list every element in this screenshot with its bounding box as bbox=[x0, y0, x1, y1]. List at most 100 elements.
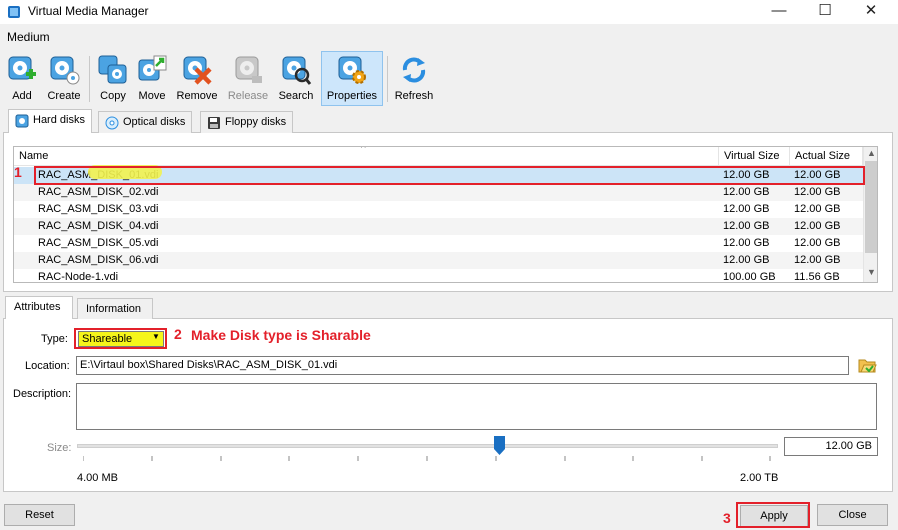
tab-attributes[interactable]: Attributes bbox=[5, 296, 73, 319]
annotation-box-type bbox=[74, 328, 167, 349]
column-header-virtual-size[interactable]: Virtual Size bbox=[719, 147, 790, 166]
annotation-step-1: 1 bbox=[14, 164, 22, 180]
disk-name: RAC-Node-1.vdi bbox=[38, 271, 119, 283]
table-row[interactable]: RAC_ASM_DISK_02.vdi 12.00 GB 12.00 GB bbox=[14, 184, 863, 201]
maximize-button[interactable]: ☐ bbox=[802, 0, 848, 24]
virtualbox-app-icon bbox=[8, 6, 20, 18]
move-button[interactable]: Move bbox=[134, 52, 170, 106]
size-max-label: 2.00 TB bbox=[740, 472, 779, 484]
size-value: 12.00 GB bbox=[825, 440, 872, 452]
size-slider-track[interactable] bbox=[77, 444, 778, 448]
size-min-label: 4.00 MB bbox=[77, 472, 118, 484]
location-field[interactable]: E:\Virtaul box\Shared Disks\RAC_ASM_DISK… bbox=[76, 356, 849, 375]
size-field[interactable]: 12.00 GB bbox=[784, 437, 878, 456]
folder-open-icon[interactable] bbox=[857, 355, 877, 375]
floppy-disk-icon bbox=[208, 117, 220, 129]
refresh-button[interactable]: Refresh bbox=[392, 52, 436, 106]
menu-medium[interactable]: Medium bbox=[7, 30, 50, 44]
window-title: Virtual Media Manager bbox=[28, 4, 149, 18]
tab-information[interactable]: Information bbox=[77, 298, 153, 319]
table-row[interactable]: RAC_ASM_DISK_06.vdi 12.00 GB 12.00 GB bbox=[14, 252, 863, 269]
disk-name: RAC_ASM_DISK_02.vdi bbox=[38, 186, 159, 198]
table-row[interactable]: RAC-Node-1.vdi 100.00 GB 11.56 GB bbox=[14, 269, 863, 283]
annotation-step-2: 2 bbox=[174, 326, 182, 342]
create-label: Create bbox=[47, 90, 81, 102]
search-label: Search bbox=[278, 90, 314, 102]
move-disk-icon bbox=[138, 55, 167, 81]
location-value: E:\Virtaul box\Shared Disks\RAC_ASM_DISK… bbox=[80, 359, 338, 371]
size-slider-ticks bbox=[83, 456, 771, 461]
toolbar-separator bbox=[89, 56, 90, 102]
close-window-button[interactable]: ✕ bbox=[848, 0, 894, 24]
tab-floppy-disks-label: Floppy disks bbox=[225, 116, 287, 128]
tab-optical-disks-label: Optical disks bbox=[123, 116, 186, 128]
annotation-step-2-text: Make Disk type is Sharable bbox=[191, 327, 371, 343]
remove-button[interactable]: Remove bbox=[174, 52, 220, 106]
tab-hard-disks-label: Hard disks bbox=[33, 114, 85, 126]
sort-ascending-icon: ^ bbox=[361, 146, 366, 154]
properties-label: Properties bbox=[326, 90, 378, 102]
refresh-label: Refresh bbox=[394, 90, 434, 102]
tab-attributes-label: Attributes bbox=[14, 301, 61, 313]
disk-list-header: Name ^ Virtual Size Actual Size bbox=[14, 147, 863, 166]
add-button[interactable]: Add bbox=[4, 52, 40, 106]
actual-size: 12.00 GB bbox=[794, 186, 841, 198]
annotation-box-apply bbox=[736, 502, 810, 528]
disk-list-scrollbar[interactable]: ▲ ▼ bbox=[863, 147, 877, 282]
close-button[interactable]: Close bbox=[817, 504, 888, 526]
copy-label: Copy bbox=[100, 90, 126, 102]
description-label: Description: bbox=[13, 388, 72, 400]
remove-label: Remove bbox=[176, 90, 218, 102]
actual-size: 12.00 GB bbox=[794, 203, 841, 215]
description-field[interactable] bbox=[76, 383, 877, 430]
annotation-box-selected-disk bbox=[34, 166, 865, 185]
virtual-size: 12.00 GB bbox=[723, 237, 770, 249]
add-disk-icon bbox=[8, 56, 36, 80]
release-button[interactable]: Release bbox=[226, 52, 270, 106]
search-button[interactable]: Search bbox=[276, 52, 316, 106]
tab-information-label: Information bbox=[86, 303, 142, 315]
copy-button[interactable]: Copy bbox=[94, 52, 132, 106]
column-header-actual-size[interactable]: Actual Size bbox=[790, 147, 863, 166]
column-header-name[interactable]: Name bbox=[14, 147, 719, 166]
actual-size: 12.00 GB bbox=[794, 237, 841, 249]
virtual-size: 100.00 GB bbox=[723, 271, 776, 283]
actual-size: 12.00 GB bbox=[794, 254, 841, 266]
virtual-size: 12.00 GB bbox=[723, 254, 770, 266]
copy-disk-icon bbox=[98, 55, 127, 84]
table-row[interactable]: RAC_ASM_DISK_04.vdi 12.00 GB 12.00 GB bbox=[14, 218, 863, 235]
tab-optical-disks[interactable]: Optical disks bbox=[98, 111, 193, 133]
type-label: Type: bbox=[41, 333, 68, 345]
reset-button[interactable]: Reset bbox=[4, 504, 75, 526]
create-button[interactable]: Create bbox=[44, 52, 84, 106]
scroll-up-icon[interactable]: ▲ bbox=[864, 148, 877, 158]
search-disk-icon bbox=[282, 56, 312, 85]
disk-name: RAC_ASM_DISK_04.vdi bbox=[38, 220, 159, 232]
scroll-down-icon[interactable]: ▼ bbox=[864, 267, 877, 277]
size-slider-thumb[interactable] bbox=[494, 436, 505, 455]
table-row[interactable]: RAC_ASM_DISK_05.vdi 12.00 GB 12.00 GB bbox=[14, 235, 863, 252]
virtual-size: 12.00 GB bbox=[723, 186, 770, 198]
tab-floppy-disks[interactable]: Floppy disks bbox=[200, 111, 294, 133]
properties-disk-icon bbox=[338, 56, 366, 84]
virtual-size: 12.00 GB bbox=[723, 220, 770, 232]
refresh-icon bbox=[402, 57, 426, 83]
disk-name: RAC_ASM_DISK_03.vdi bbox=[38, 203, 159, 215]
remove-disk-icon bbox=[183, 56, 212, 85]
size-label: Size: bbox=[47, 442, 72, 454]
disk-name: RAC_ASM_DISK_05.vdi bbox=[38, 237, 159, 249]
add-label: Add bbox=[12, 90, 32, 102]
properties-button[interactable]: Properties bbox=[321, 51, 383, 106]
minimize-button[interactable]: — bbox=[756, 0, 802, 24]
scrollbar-thumb[interactable] bbox=[865, 161, 877, 253]
actual-size: 12.00 GB bbox=[794, 220, 841, 232]
location-label: Location: bbox=[25, 360, 70, 372]
tab-hard-disks[interactable]: Hard disks bbox=[8, 109, 92, 133]
release-label: Release bbox=[227, 90, 269, 102]
table-row[interactable]: RAC_ASM_DISK_03.vdi 12.00 GB 12.00 GB bbox=[14, 201, 863, 218]
virtual-size: 12.00 GB bbox=[723, 203, 770, 215]
disk-name: RAC_ASM_DISK_06.vdi bbox=[38, 254, 159, 266]
optical-disk-icon bbox=[105, 116, 119, 130]
toolbar-separator bbox=[387, 56, 388, 102]
release-disk-icon bbox=[235, 56, 262, 83]
